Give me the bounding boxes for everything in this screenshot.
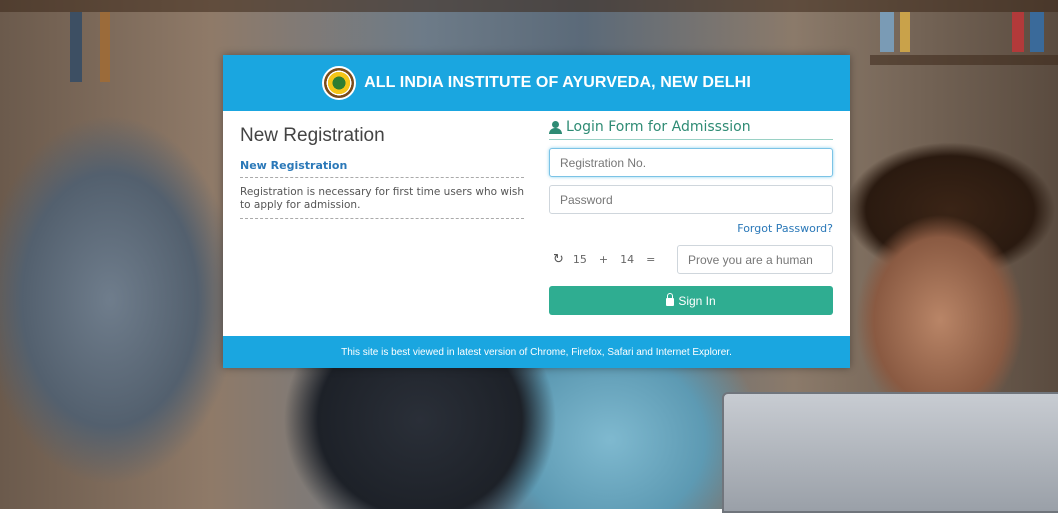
sign-in-label: Sign In (678, 293, 716, 308)
password-input[interactable] (549, 185, 833, 214)
book (1030, 12, 1044, 52)
login-card: ALL INDIA INSTITUTE OF AYURVEDA, NEW DEL… (223, 55, 850, 368)
captcha-answer-input[interactable] (677, 245, 833, 274)
book (100, 12, 110, 82)
refresh-icon[interactable]: ↻ (553, 252, 564, 267)
captcha-row: ↻ 15 + 14 = (549, 245, 833, 274)
card-header: ALL INDIA INSTITUTE OF AYURVEDA, NEW DEL… (223, 55, 850, 111)
card-body: New Registration New Registration Regist… (223, 111, 850, 336)
lock-icon (666, 292, 675, 306)
captcha-num2: 14 (620, 253, 635, 266)
user-icon (549, 120, 562, 134)
card-footer: This site is best viewed in latest versi… (223, 336, 850, 368)
registration-description: Registration is necessary for first time… (240, 178, 524, 219)
registration-panel: New Registration New Registration Regist… (240, 125, 524, 219)
forgot-password-link[interactable]: Forgot Password? (549, 222, 833, 235)
captcha-num1: 15 (572, 253, 587, 266)
captcha-operator: + (598, 253, 609, 266)
login-title: Login Form for Admisssion (549, 119, 833, 140)
book (70, 12, 82, 82)
login-panel: Login Form for Admisssion Forgot Passwor… (549, 119, 833, 315)
laptop (722, 392, 1058, 513)
browser-notice: This site is best viewed in latest versi… (341, 346, 732, 358)
registration-heading: New Registration (240, 125, 385, 146)
captcha-equals: = (646, 253, 656, 266)
institute-title: ALL INDIA INSTITUTE OF AYURVEDA, NEW DEL… (364, 74, 751, 91)
new-registration-link[interactable]: New Registration (240, 159, 524, 178)
login-title-text: Login Form for Admisssion (566, 119, 751, 135)
institute-logo-icon (322, 66, 357, 100)
registration-no-input[interactable] (549, 148, 833, 177)
book (900, 12, 910, 52)
book (880, 12, 894, 52)
bookshelf-top (0, 0, 1058, 12)
book (1012, 12, 1024, 52)
sign-in-button[interactable]: Sign In (549, 286, 833, 315)
bookshelf-right (870, 55, 1058, 65)
